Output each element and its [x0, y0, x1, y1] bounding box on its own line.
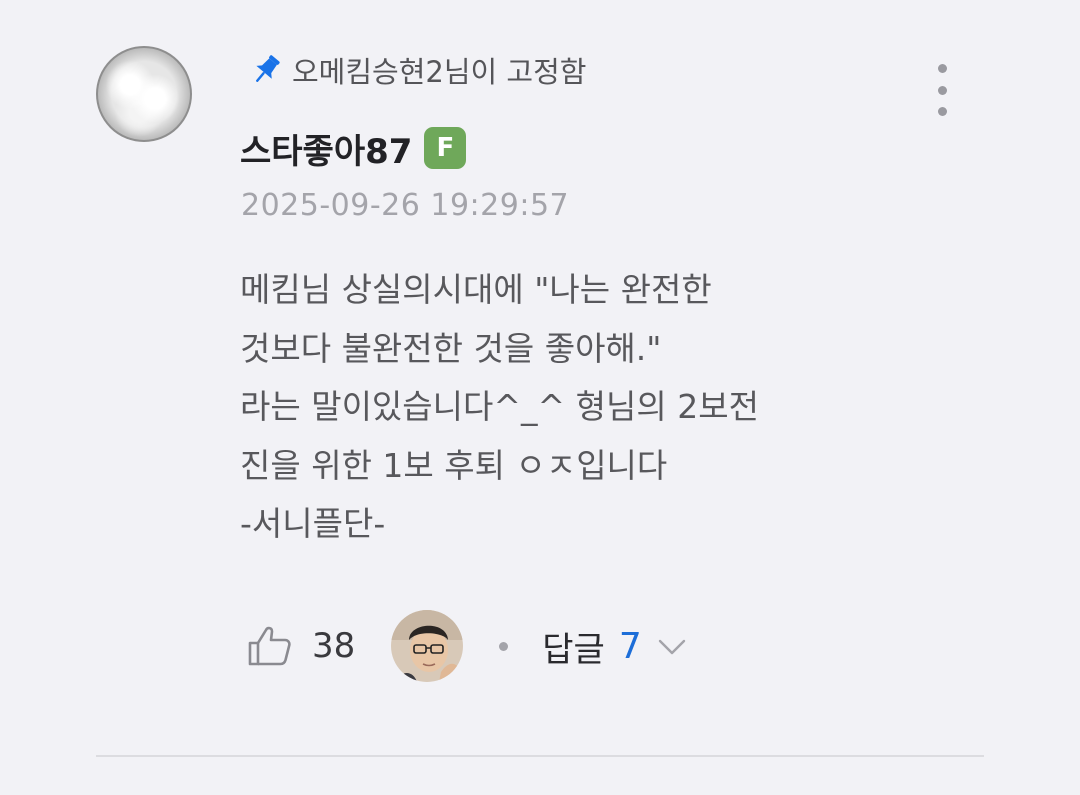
replies-toggle-button[interactable]: 답글 7: [542, 622, 687, 671]
comment-body-line: 진을 위한 1보 후퇴 ㅇㅈ입니다: [240, 445, 668, 485]
more-options-button[interactable]: [924, 60, 960, 120]
reply-count: 7: [618, 625, 642, 667]
like-button[interactable]: 38: [246, 622, 355, 670]
member-badge: F: [424, 127, 467, 169]
author-row: 스타좋아87 F: [240, 124, 467, 173]
comment-body-line: 메킴님 상실의시대에 "나는 완전한: [240, 270, 712, 309]
creator-reply-avatar[interactable]: [391, 610, 464, 682]
pinned-by-label: 오메킴승현2님이 고정함: [292, 55, 587, 89]
like-count: 38: [312, 626, 356, 666]
comment-timestamp: 2025-09-26 19:29:57: [241, 188, 570, 223]
comment-body-line: 라는 말이있습니다^_^ 형님의 2보전: [240, 387, 759, 426]
reply-label: 답글: [542, 629, 605, 670]
author-avatar[interactable]: [96, 46, 192, 142]
pinned-comment: 오메킴승현2님이 고정함 스타좋아87 F 2025-09-26 19:29:5…: [0, 0, 1080, 795]
thumbs-up-icon: [248, 626, 291, 666]
comment-body: 메킴님 상실의시대에 "나는 완전한 것보다 불완전한 것을 좋아해." 라는 …: [240, 261, 880, 554]
pinned-indicator: 오메킴승현2님이 고정함: [248, 50, 586, 90]
chevron-down-icon: [658, 639, 685, 655]
comment-body-line: 것보다 불완전한 것을 좋아해.": [240, 328, 662, 368]
separator-dot: [499, 641, 509, 651]
comment-divider: [96, 755, 984, 757]
more-vertical-icon: [937, 64, 947, 73]
comment-body-line: -서니플단-: [240, 504, 386, 543]
creator-avatar-image: [391, 610, 464, 682]
author-name[interactable]: 스타좋아87: [240, 124, 412, 173]
pin-icon: [256, 55, 280, 82]
comment-actions: 38 답글 7: [246, 608, 688, 684]
